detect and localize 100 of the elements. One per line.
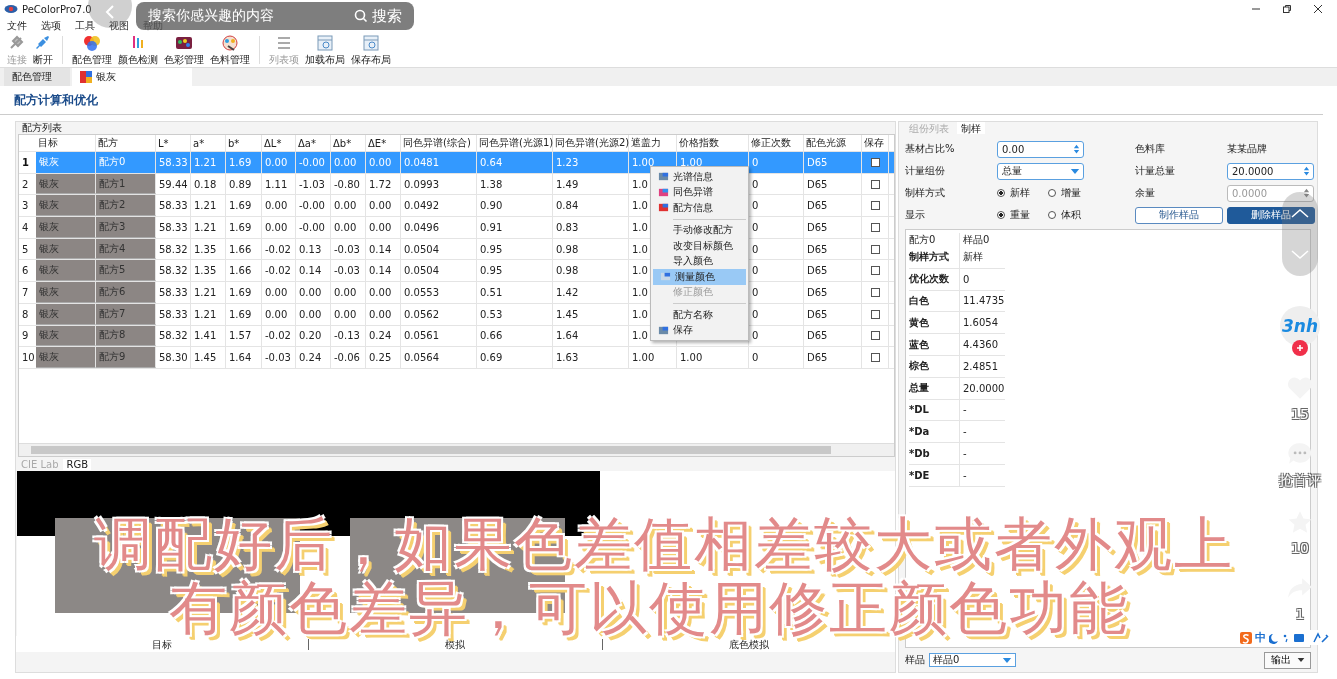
menu-item[interactable]: 工具 — [75, 18, 95, 33]
delete-sample-button[interactable]: 删除样品 — [1227, 206, 1315, 224]
menu-item[interactable]: 视图 — [109, 18, 129, 33]
column-header[interactable]: 同色异谱(光源1) — [477, 135, 553, 151]
result-value: 2.4851 — [962, 360, 998, 372]
table-cell: 0.66 — [477, 325, 553, 347]
spin-field[interactable]: 20.0000 — [1227, 162, 1314, 180]
document-tab[interactable]: 配色管理 — [4, 68, 70, 86]
ime-toolbar[interactable]: 中 — [1240, 630, 1329, 645]
column-header[interactable]: 价格指数 — [677, 135, 749, 151]
table-cell: 0.14 — [366, 238, 401, 260]
save-checkbox[interactable] — [870, 157, 880, 167]
table-cell: -1.03 — [296, 173, 331, 195]
sample-dropdown[interactable]: 样品0 — [929, 653, 1016, 667]
spin-field[interactable]: 0.00 — [997, 140, 1084, 158]
menu-item[interactable]: 测量颜色 — [653, 269, 746, 285]
column-header[interactable]: 配色光源 — [804, 135, 862, 151]
result-key: 总量 — [909, 377, 960, 399]
table-cell: 配方0 — [96, 152, 156, 173]
table-row[interactable]: 10 银灰 配方9 58.30 1.45 1.64 -0.03 0.24 -0.06 0.25 0.0564 0.69 1.63 1.00 1.00 0 D65 — [19, 347, 894, 369]
table-cell: 0.64 — [477, 152, 553, 173]
column-header[interactable]: ΔL* — [262, 135, 296, 151]
restore-icon[interactable] — [1282, 4, 1292, 14]
panel-tab[interactable]: 制样 — [957, 122, 985, 134]
save-checkbox[interactable] — [870, 266, 880, 276]
video-switcher[interactable] — [1282, 192, 1318, 276]
table-cell: -0.03 — [331, 260, 366, 282]
color-space-tab[interactable]: RGB — [63, 458, 92, 470]
dropdown[interactable]: 总量 — [997, 162, 1084, 180]
result-key: 棕色 — [909, 356, 960, 377]
save-checkbox[interactable] — [870, 309, 880, 319]
search-button[interactable]: 搜索 — [354, 6, 402, 26]
table-cell: 0.00 — [262, 282, 296, 303]
column-header[interactable]: 配方 — [96, 135, 156, 151]
make-sample-button[interactable]: 制作样品 — [1135, 206, 1223, 224]
table-cell: D65 — [804, 303, 862, 325]
table-cell: 1.45 — [191, 347, 226, 368]
column-header[interactable]: 遮盖力 — [629, 135, 677, 151]
radio-option[interactable]: 体积 — [1048, 208, 1081, 222]
column-header[interactable]: 同色异谱(光源2) — [553, 135, 629, 151]
save-checkbox[interactable] — [870, 222, 880, 232]
table-cell: 0.95 — [477, 238, 553, 260]
result-key: *DE — [909, 464, 960, 486]
result-value: 0 — [962, 273, 970, 285]
close-icon[interactable] — [1313, 4, 1323, 14]
table-cell: 1.57 — [226, 325, 262, 347]
toolbar-button[interactable]: 加载布局 — [302, 33, 348, 67]
column-header[interactable]: L* — [156, 135, 191, 151]
spinner-arrows-icon[interactable] — [1073, 143, 1080, 155]
column-header[interactable]: ΔE* — [366, 135, 401, 151]
horizontal-scrollbar[interactable] — [19, 443, 894, 456]
menu-item[interactable]: 文件 — [7, 18, 27, 33]
toolbar-button[interactable]: 保存布局 — [348, 33, 394, 67]
table-cell: 0.14 — [366, 260, 401, 282]
save-checkbox[interactable] — [870, 244, 880, 254]
column-header[interactable]: 保存 — [862, 135, 889, 151]
result-key: *Da — [909, 421, 960, 443]
app-logo-icon — [4, 4, 18, 14]
column-header[interactable]: b* — [226, 135, 262, 151]
result-value: 11.4735 — [962, 295, 1005, 307]
toolbar-button[interactable]: 色彩管理 — [161, 33, 207, 67]
radio-option[interactable]: 新样 — [997, 186, 1030, 200]
table-cell: D65 — [804, 260, 862, 282]
toolbar-button[interactable]: 色料管理 — [207, 33, 253, 67]
table-cell: 0.0504 — [401, 260, 477, 282]
table-cell: 0.00 — [262, 217, 296, 238]
result-value: - — [962, 404, 967, 416]
like-count: 15 — [1291, 406, 1309, 422]
save-checkbox[interactable] — [870, 179, 880, 189]
radio-option[interactable]: 重量 — [997, 208, 1030, 222]
spinner-arrows-icon[interactable] — [1303, 165, 1310, 177]
table-cell: 0.00 — [366, 282, 401, 303]
column-header[interactable]: Δa* — [296, 135, 331, 151]
toolbar-button[interactable]: 颜色检测 — [115, 33, 161, 67]
export-button[interactable]: 输出 — [1264, 651, 1311, 669]
column-header[interactable]: 同色异谱(综合) — [401, 135, 477, 151]
table-cell: 0.00 — [366, 217, 401, 238]
toolbar-button[interactable]: 断开 — [30, 33, 56, 67]
chevron-up-icon[interactable] — [1290, 208, 1310, 218]
document-tab[interactable]: 银灰 — [72, 68, 192, 86]
column-header[interactable]: 目标 — [36, 135, 96, 151]
table-cell: D65 — [804, 347, 862, 368]
save-checkbox[interactable] — [870, 201, 880, 211]
table-cell: 1.66 — [226, 260, 262, 282]
star-icon[interactable] — [1287, 510, 1313, 534]
result-key: *Db — [909, 443, 960, 464]
toolbar-button[interactable]: 配色管理 — [69, 33, 115, 67]
column-header[interactable]: 修正次数 — [749, 135, 804, 151]
table-cell: 0.24 — [366, 325, 401, 347]
table-cell: 0.20 — [296, 325, 331, 347]
save-checkbox[interactable] — [870, 287, 880, 297]
table-cell: 0.00 — [296, 303, 331, 325]
table-cell: 58.32 — [156, 325, 191, 347]
save-checkbox[interactable] — [870, 331, 880, 341]
radio-option[interactable]: 增量 — [1048, 186, 1081, 200]
menu-item[interactable]: 选项 — [41, 18, 61, 33]
table-cell: 0.51 — [477, 282, 553, 303]
column-header[interactable]: Δb* — [331, 135, 366, 151]
column-header[interactable]: a* — [191, 135, 226, 151]
save-checkbox[interactable] — [870, 353, 880, 363]
